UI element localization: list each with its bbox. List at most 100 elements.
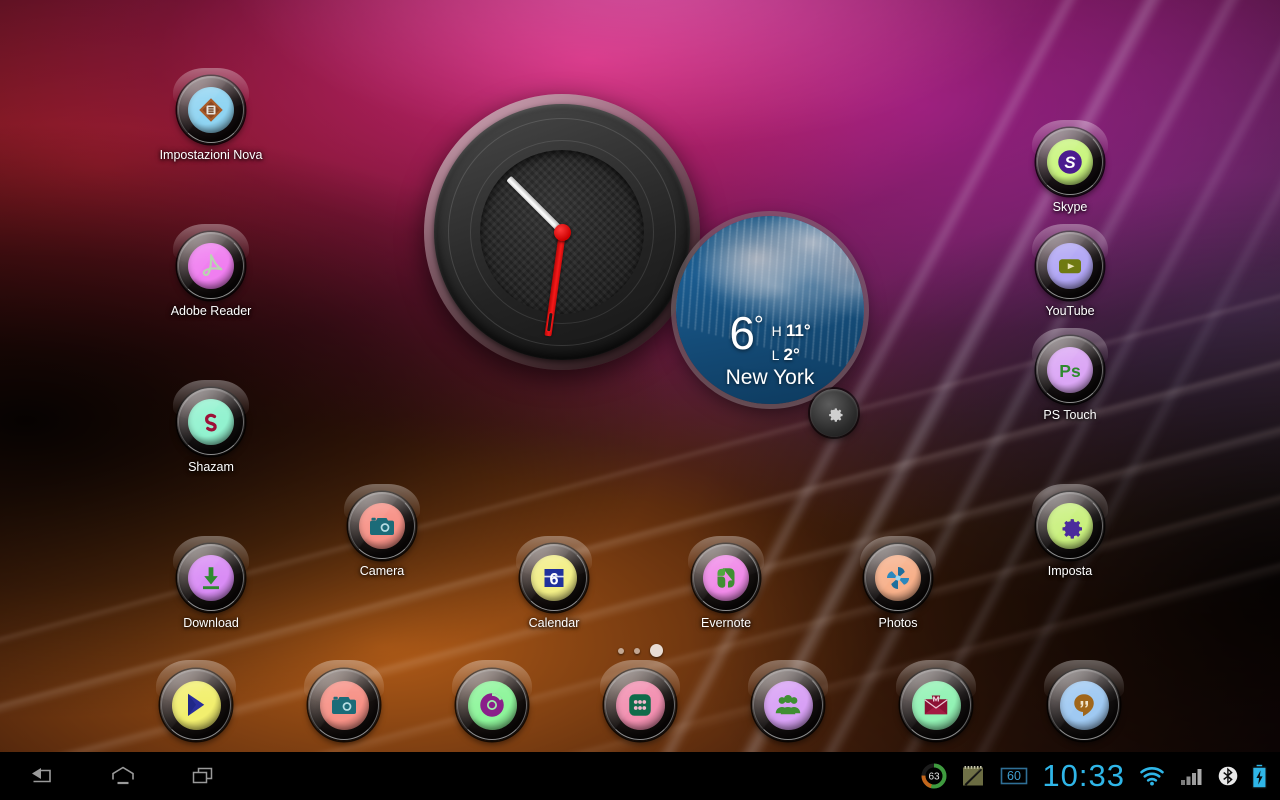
app-icon-orb — [172, 379, 250, 456]
app-icon-youtube[interactable]: YouTube — [1014, 223, 1126, 319]
app-icon-orb: 6 — [515, 535, 593, 612]
app-icon-camera[interactable]: Camera — [326, 483, 438, 579]
home-screen: 6° H 11° L 2° New York Impostazioni Nova… — [0, 0, 1280, 800]
app-icon-label: Imposta — [1047, 564, 1093, 578]
battery-charging-icon[interactable] — [1251, 764, 1268, 789]
dock-icon-chrome[interactable] — [451, 660, 533, 741]
icon-disc: S — [1047, 139, 1093, 185]
app-icon-orb — [687, 535, 765, 612]
weather-high-label: H — [771, 323, 782, 339]
analog-clock-widget[interactable] — [424, 94, 700, 370]
signal-bars-icon[interactable] — [1179, 765, 1205, 787]
cpu-usage-badge[interactable]: 63 — [921, 763, 947, 789]
app-icon-orb: S — [1031, 119, 1109, 196]
page-dot-active[interactable] — [649, 644, 663, 657]
app-icon-ps-touch[interactable]: Ps PS Touch — [1014, 327, 1126, 423]
icon-disc — [188, 243, 234, 289]
weather-low-value: 2° — [783, 345, 800, 365]
app-icon-orb — [747, 660, 829, 741]
icon-disc — [188, 399, 234, 445]
svg-text:6: 6 — [549, 571, 558, 589]
page-dot[interactable] — [617, 647, 624, 654]
app-icon-orb: Ps — [1031, 327, 1109, 404]
app-icon-label: Shazam — [188, 460, 234, 474]
icon-disc — [171, 680, 221, 730]
recents-button[interactable] — [182, 759, 224, 793]
app-icon-orb — [599, 660, 681, 741]
back-arrow-icon — [32, 768, 51, 783]
app-icon-label: PS Touch — [1043, 408, 1097, 422]
back-button[interactable] — [22, 759, 64, 793]
icon-disc — [359, 503, 405, 549]
app-icon-label: Camera — [359, 564, 405, 578]
icon-disc — [319, 680, 369, 730]
app-icon-calendar[interactable]: 6 Calendar — [498, 535, 610, 631]
page-dot[interactable] — [633, 647, 640, 654]
cpu-usage-value: 63 — [929, 772, 941, 783]
icon-disc: 6 — [531, 555, 577, 601]
dock-icon-play-store[interactable] — [155, 660, 237, 741]
icon-disc — [467, 680, 517, 730]
icon-disc — [763, 680, 813, 730]
home-button[interactable] — [102, 759, 144, 793]
app-icon-orb — [172, 535, 250, 612]
app-icon-label: Photos — [878, 616, 918, 630]
app-icon-orb — [303, 660, 385, 741]
weather-low-label: L — [771, 347, 780, 364]
app-icon-orb — [172, 67, 250, 144]
app-icon-orb — [1031, 223, 1109, 300]
app-icon-evernote[interactable]: Evernote — [670, 535, 782, 631]
app-icon-label: Impostazioni Nova — [159, 148, 263, 162]
dock-icon-gmail[interactable] — [895, 660, 977, 741]
icon-disc — [1059, 680, 1109, 730]
icon-disc — [188, 87, 234, 133]
svg-text:Ps: Ps — [1059, 361, 1081, 381]
app-icon-download[interactable]: Download — [155, 535, 267, 631]
home-icon — [112, 766, 134, 785]
app-icon-settings[interactable]: Imposta — [1014, 483, 1126, 579]
dock-icon-camera[interactable] — [303, 660, 385, 741]
weather-high-low: H 11° L 2° — [772, 312, 811, 367]
bluetooth-icon[interactable] — [1218, 764, 1238, 788]
app-icon-label: Calendar — [528, 616, 580, 630]
weather-city: New York — [725, 366, 815, 389]
status-clock[interactable]: 10:33 — [1042, 758, 1125, 794]
system-bar: 63 60 10:33 — [0, 752, 1280, 800]
gear-icon — [829, 408, 843, 422]
app-icon-nova-settings[interactable]: Impostazioni Nova — [155, 67, 267, 163]
app-icon-orb — [859, 535, 937, 612]
app-icon-orb — [172, 223, 250, 300]
app-icon-adobe-reader[interactable]: Adobe Reader — [155, 223, 267, 319]
fps-value: 60 — [1007, 769, 1021, 783]
app-icon-orb — [1043, 660, 1125, 741]
app-icon-label: Download — [183, 616, 239, 630]
app-icon-skype[interactable]: S Skype — [1014, 119, 1126, 215]
weather-widget[interactable]: 6° H 11° L 2° New York — [676, 216, 864, 404]
app-icon-orb — [895, 660, 977, 741]
weather-settings-button[interactable] — [810, 389, 858, 437]
dock-icon-app-drawer[interactable] — [599, 660, 681, 741]
app-icon-label: Adobe Reader — [170, 304, 252, 318]
app-icon-label: Evernote — [700, 616, 752, 630]
notepad-pen-icon[interactable] — [960, 763, 986, 789]
dock-icon-hangouts[interactable] — [1043, 660, 1125, 741]
weather-high-value: 11° — [785, 321, 811, 340]
fps-badge[interactable]: 60 — [999, 765, 1029, 787]
icon-disc — [875, 555, 921, 601]
app-icon-shazam[interactable]: Shazam — [155, 379, 267, 475]
icon-disc — [1047, 243, 1093, 289]
icon-disc — [911, 680, 961, 730]
dock-icon-contacts[interactable] — [747, 660, 829, 741]
wifi-icon[interactable] — [1138, 765, 1166, 787]
page-indicator — [0, 644, 1280, 657]
svg-text:S: S — [1064, 153, 1076, 172]
app-icon-orb — [451, 660, 533, 741]
app-icon-photos[interactable]: Photos — [842, 535, 954, 631]
app-icon-orb — [155, 660, 237, 741]
icon-disc — [615, 680, 665, 730]
app-icon-orb — [343, 483, 421, 560]
navigation-buttons — [0, 759, 224, 793]
weather-temperatures: 6° H 11° L 2° — [676, 310, 864, 367]
clock-center-cap — [553, 223, 571, 241]
system-status-icons: 63 60 10:33 — [921, 758, 1280, 794]
